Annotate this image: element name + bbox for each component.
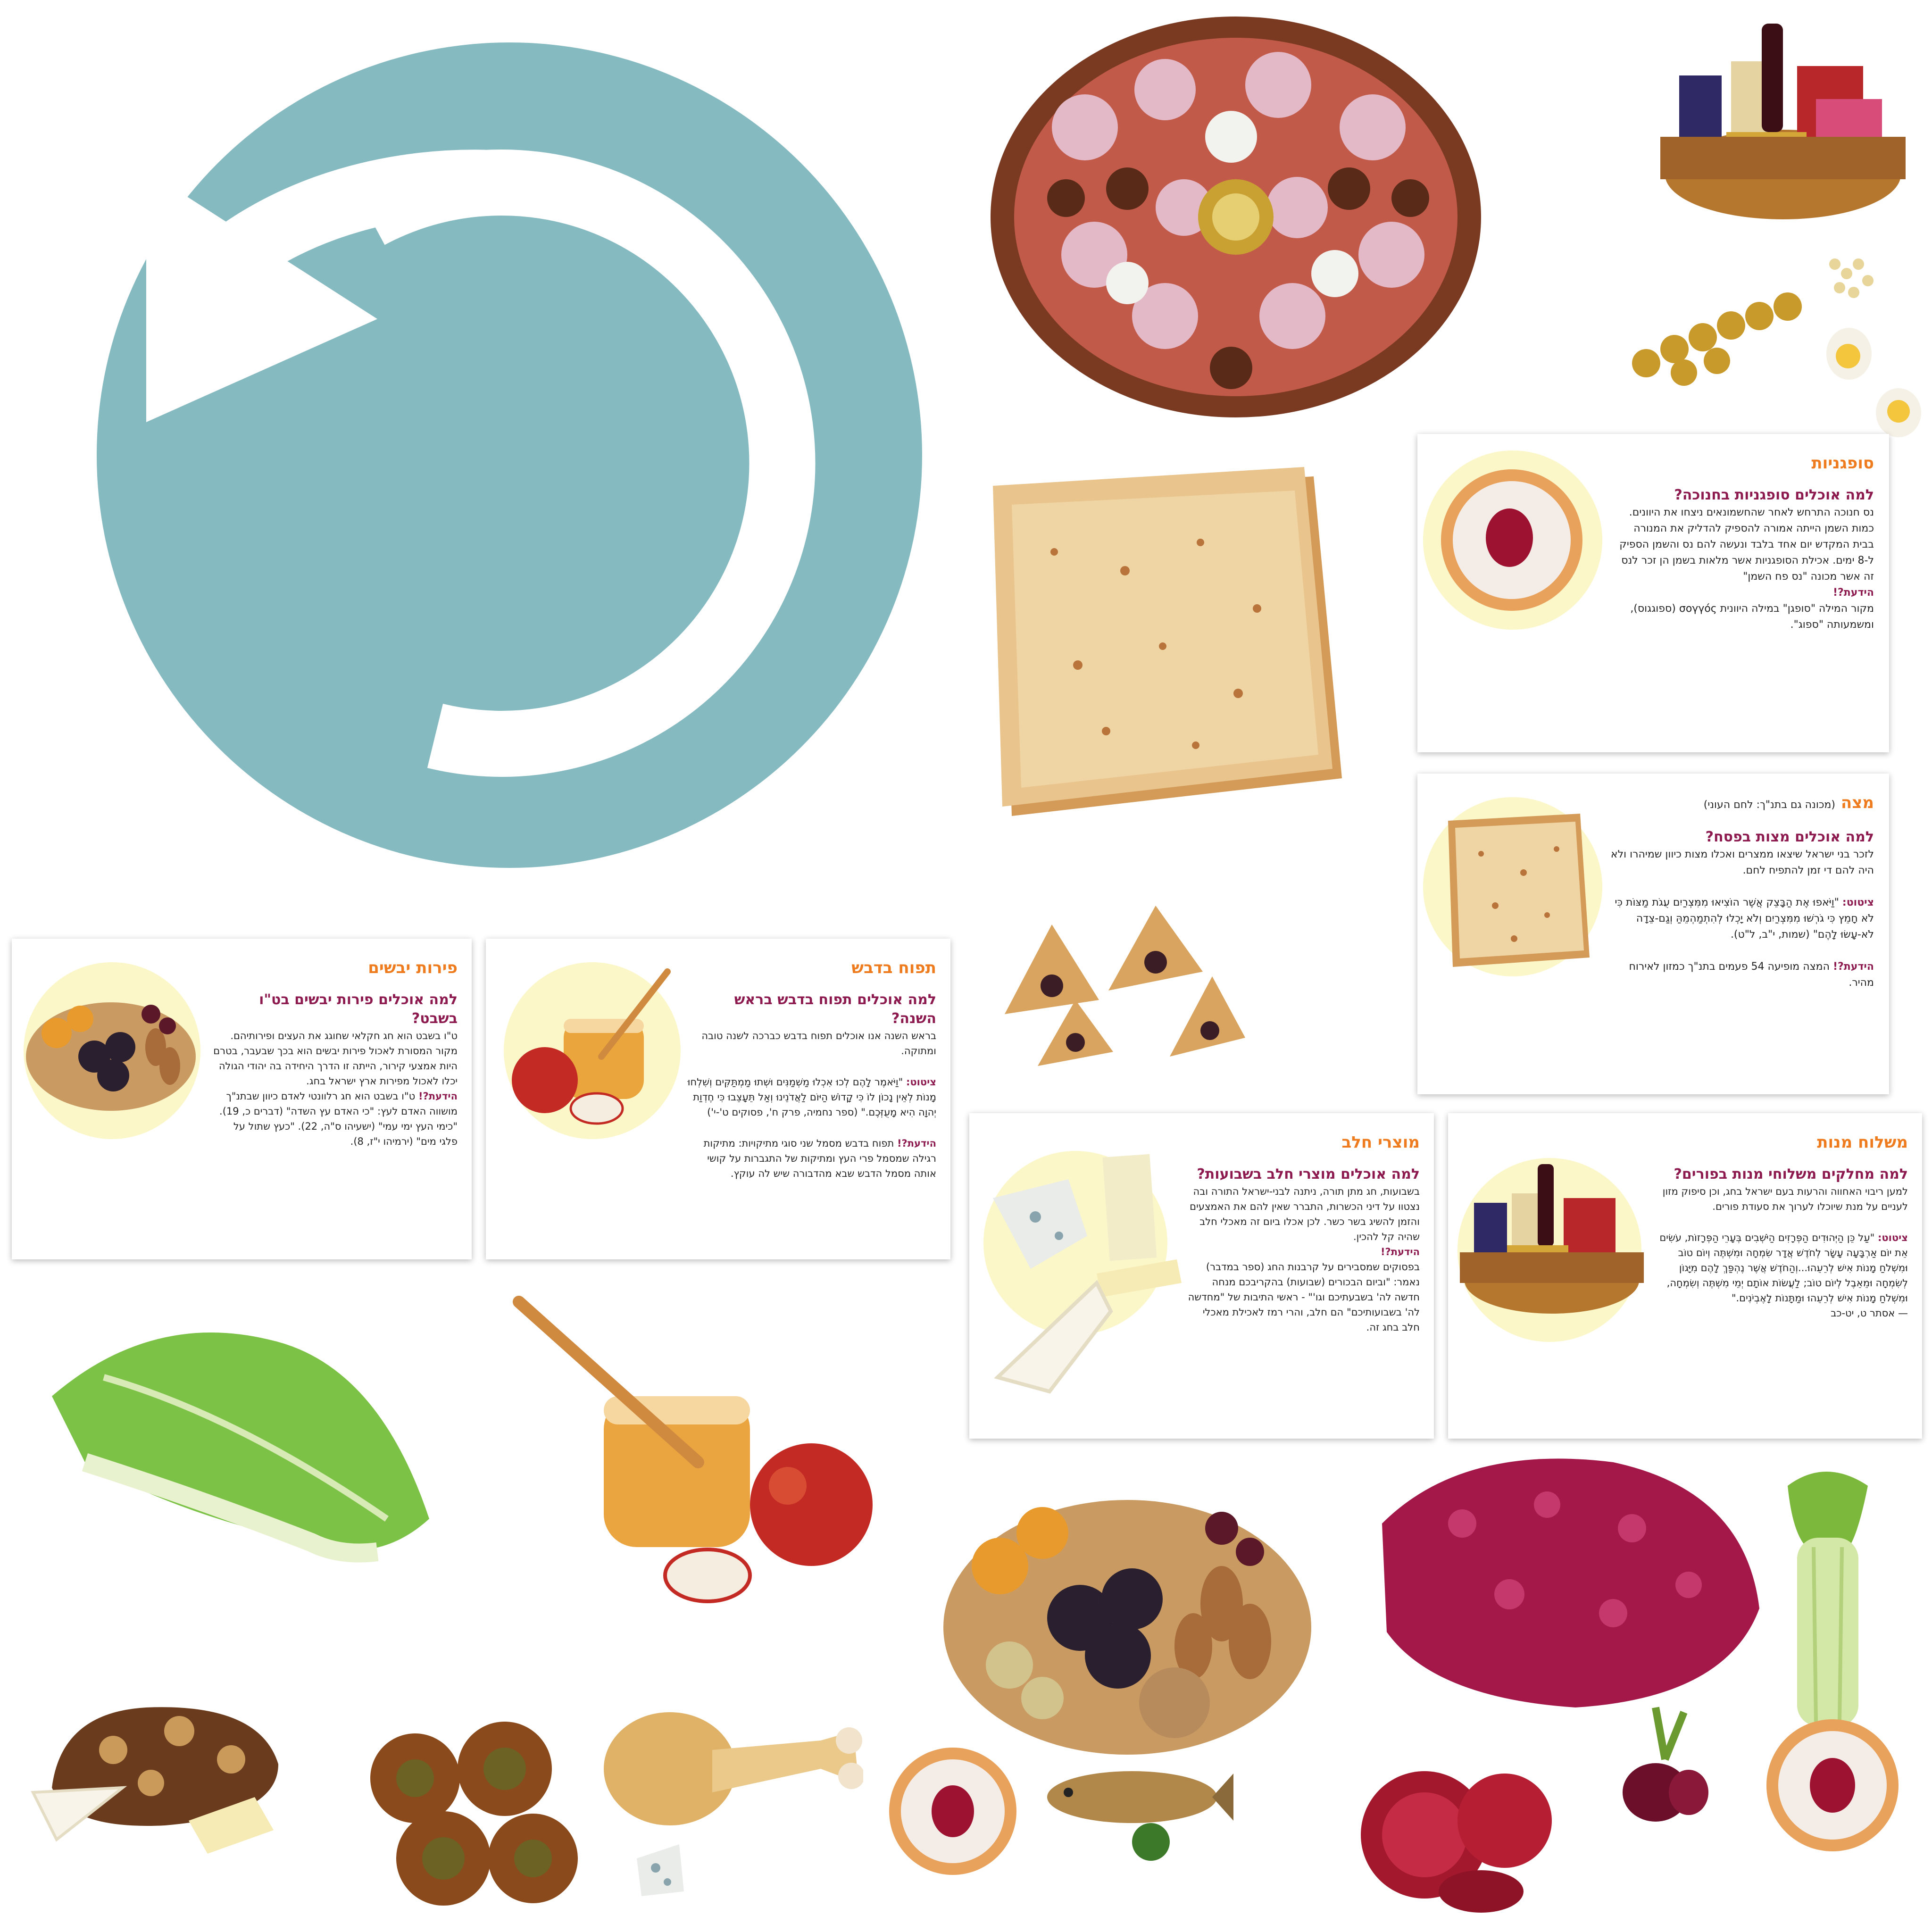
card-fact: בפסוקים שמסבירים על קרבנות החג (ספר במדב… bbox=[1188, 1261, 1420, 1333]
card-quote: "עַל כֵּן הַיְּהוּדִים הַפְּרָזִים הַיֹּ… bbox=[1659, 1232, 1908, 1304]
card-body: נס חנוכה התרחש לאחר שהחשמונאים ניצחו את … bbox=[1619, 507, 1874, 583]
dried-fruit-icon bbox=[26, 1002, 196, 1111]
card-title: מוצרי חלב bbox=[1341, 1133, 1420, 1152]
celery-image bbox=[1788, 1472, 1868, 1726]
matza-stack-image bbox=[993, 467, 1342, 816]
gift-basket-image bbox=[1660, 24, 1906, 219]
fish-image bbox=[1047, 1771, 1233, 1861]
card-body: למען ריבוי האחווה והרעות בעם ישראל בחג, … bbox=[1662, 1186, 1908, 1212]
blue-cheese-image bbox=[637, 1844, 684, 1896]
card-question: למה אוכלים פירות יבשים בט"ו בשבט? bbox=[259, 991, 458, 1027]
card-quote: "וַיֹּאמֶר לָהֶם לְכוּ אִכְלוּ מַשְׁמַנִ… bbox=[687, 1076, 936, 1118]
beetroot-image bbox=[1623, 1707, 1708, 1822]
cheese-icon bbox=[993, 1154, 1182, 1394]
lettuce-image bbox=[52, 1332, 429, 1563]
honey-apple-icon bbox=[512, 968, 671, 1125]
quote-label: ציטוט: bbox=[906, 1076, 936, 1088]
chicken-leg-image bbox=[604, 1712, 863, 1825]
gift-basket-icon bbox=[1460, 1164, 1644, 1314]
doughnut-icon bbox=[1441, 469, 1582, 611]
card-body: ט"ו בשבט הוא חג חקלאי שחוגג את העצים ופי… bbox=[213, 1030, 458, 1087]
card-matza[interactable]: מצה (מכונה גם בתנ"ך: לחם העוני) למה אוכל… bbox=[1417, 774, 1889, 1094]
card-question: למה אוכלים סופגניות בחנוכה? bbox=[1674, 487, 1874, 503]
card-fact: מקור המילה "סופגן" במילה היוונית σογγός … bbox=[1630, 603, 1874, 631]
card-title: משלוח מנות bbox=[1817, 1133, 1908, 1152]
card-dried-fruit[interactable]: פירות יבשים למה אוכלים פירות יבשים בט"ו … bbox=[12, 939, 472, 1259]
card-subtitle: (מכונה גם בתנ"ך: לחם העוני) bbox=[1703, 799, 1835, 811]
hamantaschen-image bbox=[1005, 906, 1245, 1066]
cookie-platter-image bbox=[991, 17, 1481, 417]
honey-apple-image bbox=[513, 1296, 873, 1603]
card-mishloach-manot[interactable]: משלוח מנות למה מחלקים משלוחי מנות בפורים… bbox=[1448, 1113, 1922, 1439]
fact-label: הידעת?! bbox=[1832, 961, 1874, 973]
card-title: תפוח בדבש bbox=[851, 958, 936, 977]
card-question: למה אוכלים מוצרי חלב בשבועות? bbox=[1197, 1166, 1420, 1183]
fact-label: הידעת?! bbox=[1380, 1246, 1420, 1257]
fact-label: הידעת?! bbox=[1832, 587, 1874, 599]
card-sufganiyot[interactable]: סופגניות למה אוכלים סופגניות בחנוכה? נס … bbox=[1417, 434, 1889, 752]
quote-label: ציטוט: bbox=[1842, 897, 1874, 908]
card-title: פירות יבשים bbox=[368, 958, 458, 977]
card-title: סופגניות bbox=[1811, 454, 1874, 473]
sufganiya-image-2 bbox=[1766, 1719, 1899, 1851]
card-dairy[interactable]: מוצרי חלב למה אוכלים מוצרי חלב בשבועות? … bbox=[969, 1113, 1434, 1439]
card-body: לזכר בני ישראל שיצאו ממצרים ואכלו מצות כ… bbox=[1610, 849, 1874, 876]
card-question: למה מחלקים משלוחי מנות בפורים? bbox=[1674, 1166, 1908, 1183]
beet-salad-image bbox=[1382, 1458, 1759, 1707]
matza-icon bbox=[1448, 814, 1590, 967]
sufganiya-image bbox=[889, 1748, 1016, 1875]
dried-fruit-pile-image bbox=[943, 1500, 1311, 1755]
card-body: בשבועות, חג מתן תורה, ניתנה לבני-ישראל ה… bbox=[1190, 1186, 1420, 1242]
card-quote: "וַיֹּאפוּ אֶת הַבָּצֵק אֲשֶׁר הוֹצִיאוּ… bbox=[1615, 897, 1874, 941]
fact-label: הידעת?! bbox=[897, 1138, 936, 1149]
latkes-image bbox=[370, 1722, 578, 1906]
eggs-and-nuts-image bbox=[1632, 258, 1921, 437]
pomegranate-image bbox=[1361, 1771, 1552, 1913]
card-body: בראש השנה אנו אוכלים תפוח בדבש כברכה לשנ… bbox=[701, 1030, 936, 1057]
card-source: — אסתר ט, יט-כב bbox=[1831, 1307, 1908, 1319]
card-question: למה אוכלים תפוח בדבש בראש השנה? bbox=[734, 991, 936, 1027]
refresh-icon[interactable] bbox=[97, 42, 922, 868]
butter-block-image bbox=[189, 1797, 274, 1854]
brie-slice-image bbox=[31, 1786, 127, 1842]
card-title: מצה bbox=[1840, 793, 1874, 812]
quote-label: ציטוט: bbox=[1877, 1232, 1908, 1243]
card-question: למה אוכלים מצות בפסח? bbox=[1705, 829, 1874, 845]
card-apple-honey[interactable]: תפוח בדבש למה אוכלים תפוח בדבש בראש השנה… bbox=[486, 939, 950, 1259]
fact-label: הידעת?! bbox=[418, 1091, 458, 1102]
